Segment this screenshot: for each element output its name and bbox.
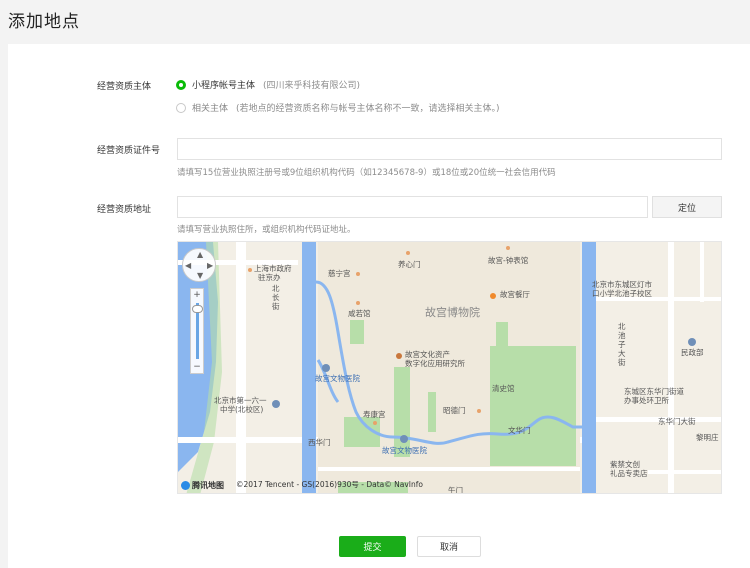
map-label: 慈宁宫 (328, 269, 351, 278)
locate-button[interactable]: 定位 (652, 196, 722, 218)
restaurant-icon (490, 293, 496, 299)
map-label: 口小学北池子校区 (592, 289, 652, 298)
map-label: 驻京办 (258, 273, 281, 282)
poi-marker-icon (373, 421, 377, 425)
pan-down-icon[interactable]: ▼ (197, 271, 203, 280)
radio-option-related-subject[interactable]: 相关主体 (若地点的经营资质名称与帐号主体名称不一致，请选择相关主体。) (176, 101, 500, 114)
poi-marker-icon (356, 301, 360, 305)
address-label: 经营资质地址 (97, 205, 152, 215)
map-label: 北 (272, 284, 280, 293)
map-label: 东城区东华门街道 (624, 387, 684, 396)
map-label: 街 (272, 302, 280, 311)
map-label: 故宫文物医院 (315, 374, 360, 383)
page-title: 添加地点 (8, 12, 80, 32)
school-icon (272, 400, 280, 408)
map-label: 长 (272, 293, 280, 302)
map-label: 街 (618, 358, 626, 367)
submit-button[interactable]: 提交 (339, 536, 406, 557)
radio-option-account-subject[interactable]: 小程序帐号主体 (四川来乎科技有限公司) (176, 78, 360, 91)
license-label: 经营资质证件号 (97, 146, 161, 156)
map-label: 故宫餐厅 (500, 290, 530, 299)
map-label: 文华门 (508, 426, 531, 435)
map-label: 故宫-钟表馆 (488, 256, 529, 265)
map-label: 西华门 (308, 438, 331, 447)
map-logo: 腾讯地图 (181, 480, 224, 491)
map-label: 养心门 (398, 260, 421, 269)
map-label: 数字化应用研究所 (405, 359, 465, 368)
map-label: 清史馆 (492, 384, 515, 393)
map-label: 民政部 (681, 348, 704, 357)
zoom-in-icon[interactable]: + (191, 290, 203, 300)
map-label: 中学(北校区) (220, 405, 264, 414)
radio-option-hint: (四川来乎科技有限公司) (263, 81, 361, 91)
pan-left-icon[interactable]: ◀ (185, 261, 191, 270)
map-view[interactable]: ▲ ▼ ◀ ▶ + − 上海市政府 驻京办 北 长 街 慈宁宫 养心门 故宫-钟… (177, 241, 722, 494)
map-label: 黎明庄 (696, 433, 719, 442)
radio-unchecked-icon[interactable] (176, 102, 186, 113)
radio-checked-icon[interactable] (176, 79, 186, 90)
subject-label: 经营资质主体 (97, 82, 152, 92)
map-label-palace: 故宫博物院 (425, 306, 480, 319)
map-label: 大 (618, 349, 626, 358)
pan-up-icon[interactable]: ▲ (197, 250, 203, 259)
address-input[interactable] (177, 196, 648, 218)
map-label: 上海市政府 (254, 264, 292, 273)
poi-marker-icon (688, 338, 696, 346)
poi-marker-icon (506, 246, 510, 250)
tencent-map-logo-icon (181, 481, 190, 490)
map-label: 北京市第一六一 (214, 396, 267, 405)
map-label: 池 (618, 331, 626, 340)
poi-marker-icon (477, 409, 481, 413)
map-label: 寿康宫 (363, 410, 386, 419)
hospital-icon (400, 435, 408, 443)
radio-option-label: 小程序帐号主体 (192, 81, 256, 91)
map-label: 午门 (448, 486, 463, 494)
license-hint: 请填写15位营业执照注册号或9位组织机构代码（如12345678-9）或18位或… (177, 168, 556, 178)
map-label: 东华门大街 (658, 417, 696, 426)
map-label: 紫禁文创 (610, 460, 640, 469)
map-label: 办事处环卫所 (624, 396, 669, 405)
map-label: 故宫文化资产 (405, 350, 450, 359)
zoom-slider-handle[interactable] (192, 305, 203, 313)
cancel-button[interactable]: 取消 (417, 536, 481, 557)
map-label: 北 (618, 322, 626, 331)
poi-marker-icon (248, 268, 252, 272)
map-label: 子 (618, 340, 626, 349)
poi-marker-icon (396, 353, 402, 359)
radio-option-label: 相关主体 (192, 104, 229, 114)
radio-option-hint: (若地点的经营资质名称与帐号主体名称不一致，请选择相关主体。) (236, 104, 500, 114)
license-input[interactable] (177, 138, 722, 160)
pan-right-icon[interactable]: ▶ (207, 261, 213, 270)
map-copyright: ©2017 Tencent - GS(2016)930号 - Data© Nav… (236, 480, 423, 489)
map-label: 北京市东城区灯市 (592, 280, 652, 289)
map-label: 礼品专卖店 (610, 469, 648, 478)
poi-marker-icon (356, 272, 360, 276)
map-zoom-control[interactable]: + − (190, 288, 204, 374)
map-pan-control[interactable]: ▲ ▼ ◀ ▶ (182, 248, 216, 282)
zoom-out-icon[interactable]: − (191, 362, 203, 372)
map-label: 昭德门 (443, 406, 466, 415)
address-hint: 请填写营业执照住所，或组织机构代码证地址。 (177, 225, 356, 235)
map-label: 咸若馆 (348, 309, 371, 318)
poi-marker-icon (406, 251, 410, 255)
hospital-icon (322, 364, 330, 372)
map-label: 故宫文物医院 (382, 446, 427, 455)
